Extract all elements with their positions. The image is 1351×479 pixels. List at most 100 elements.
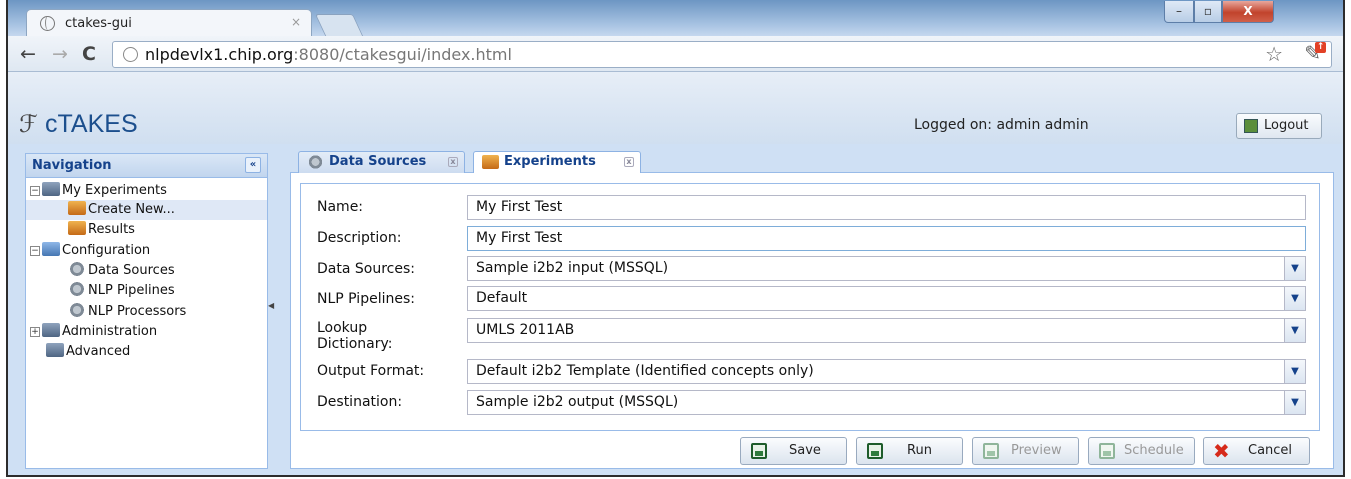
chevron-down-icon[interactable]: ▼ [1284, 257, 1305, 280]
tab-label: Data Sources [329, 154, 427, 169]
nav-item-create-new[interactable]: Create New... [26, 200, 267, 220]
address-bar[interactable]: nlpdevlx1.chip.org:8080/ctakesgui/index.… [112, 41, 1332, 68]
panel-splitter[interactable]: ◀ [268, 153, 276, 469]
title-bar: ctakes-gui × – ▫ X [8, 0, 1343, 37]
tab-label: Experiments [504, 154, 596, 169]
bookmark-star-icon[interactable]: ☆ [1265, 42, 1283, 67]
floppy-disk-icon [1099, 443, 1115, 459]
output-format-label: Output Format: [317, 363, 425, 379]
nav-item-label: Create New... [88, 202, 175, 217]
description-field[interactable]: My First Test [467, 226, 1306, 251]
red-x-icon: ✖ [1213, 439, 1230, 463]
nav-item-advanced[interactable]: Advanced [46, 342, 130, 362]
main-tab-strip: Data Sources x Experiments x [290, 147, 1334, 174]
save-label: Save [789, 443, 821, 458]
schedule-label: Schedule [1124, 443, 1184, 458]
nav-item-label: Results [88, 222, 135, 237]
url-host: nlpdevlx1.chip.org [145, 45, 294, 64]
select-value: UMLS 2011AB [476, 322, 575, 338]
people-icon [482, 155, 499, 169]
output-format-select[interactable]: Default i2b2 Template (Identified concep… [467, 359, 1306, 384]
page-icon [123, 47, 138, 62]
select-value: Default i2b2 Template (Identified concep… [476, 363, 814, 379]
nav-item-label: NLP Pipelines [88, 283, 175, 298]
preview-button[interactable]: Preview [972, 437, 1079, 465]
collapse-toggle-icon[interactable]: − [30, 246, 40, 256]
nlp-pipelines-select[interactable]: Default ▼ [467, 286, 1306, 311]
schedule-button[interactable]: Schedule [1088, 437, 1195, 465]
maximize-button[interactable]: ▫ [1194, 1, 1222, 23]
destination-select[interactable]: Sample i2b2 output (MSSQL) ▼ [467, 390, 1306, 415]
minimize-button[interactable]: – [1164, 1, 1194, 23]
gear-icon [68, 282, 86, 296]
nav-item-label: Administration [62, 324, 158, 339]
computer-folder-icon [42, 182, 60, 196]
reload-icon[interactable]: C [82, 42, 96, 66]
nlp-pipelines-label: NLP Pipelines: [317, 291, 415, 307]
nav-item-data-sources[interactable]: Data Sources [68, 261, 175, 281]
tab-close-icon[interactable]: x [624, 157, 634, 167]
nav-item-nlp-processors[interactable]: NLP Processors [68, 302, 186, 322]
close-window-button[interactable]: X [1222, 1, 1274, 23]
name-label: Name: [317, 199, 364, 215]
globe-icon [40, 16, 55, 31]
gear-icon [307, 155, 324, 169]
update-badge-icon: ↑ [1315, 42, 1326, 53]
computer-folder-icon [46, 343, 64, 357]
tab-data-sources[interactable]: Data Sources x [298, 151, 465, 173]
nav-item-nlp-pipelines[interactable]: NLP Pipelines [68, 281, 175, 301]
configuration-icon [42, 242, 60, 256]
nav-item-label: Data Sources [88, 263, 175, 278]
navigation-title: Navigation [32, 158, 112, 173]
run-label: Run [907, 443, 932, 458]
run-button[interactable]: Run [856, 437, 963, 465]
browser-toolbar: ← → C nlpdevlx1.chip.org:8080/ctakesgui/… [8, 36, 1343, 72]
cancel-button[interactable]: ✖ Cancel [1203, 437, 1310, 465]
lookup-dictionary-select[interactable]: UMLS 2011AB ▼ [467, 318, 1306, 343]
wrench-icon[interactable]: ✎ ↑ [1304, 41, 1326, 66]
collapse-toggle-icon[interactable]: − [30, 186, 40, 196]
save-button[interactable]: Save [740, 437, 847, 465]
expand-toggle-icon[interactable]: + [30, 327, 40, 337]
chevron-down-icon[interactable]: ▼ [1284, 319, 1305, 342]
floppy-disk-icon [867, 443, 883, 459]
collapse-icon[interactable]: « [245, 157, 261, 173]
nav-item-administration[interactable]: + Administration [30, 322, 157, 342]
gear-icon [68, 262, 86, 276]
tab-title: ctakes-gui [65, 16, 132, 31]
url-path: :8080/ctakesgui/index.html [293, 45, 512, 64]
nav-item-label: Configuration [62, 243, 151, 258]
url-text: nlpdevlx1.chip.org:8080/ctakesgui/index.… [145, 42, 512, 67]
splitter-arrow-icon: ◀ [268, 301, 275, 310]
app-logo: cTAKES [45, 110, 138, 138]
nav-item-my-experiments[interactable]: − My Experiments [30, 181, 167, 201]
tab-close-icon[interactable]: x [448, 157, 458, 167]
navigation-header: Navigation « [26, 154, 267, 178]
chevron-down-icon[interactable]: ▼ [1284, 391, 1305, 414]
gear-icon [68, 303, 86, 317]
preview-label: Preview [1011, 443, 1062, 458]
chevron-down-icon[interactable]: ▼ [1284, 360, 1305, 383]
people-icon [68, 221, 86, 235]
new-tab-button[interactable] [314, 14, 364, 36]
nav-item-results[interactable]: Results [68, 220, 135, 240]
people-icon [68, 201, 86, 215]
back-arrow-icon[interactable]: ← [20, 42, 36, 66]
name-field[interactable]: My First Test [467, 195, 1306, 220]
select-value: Sample i2b2 input (MSSQL) [476, 260, 669, 276]
nav-item-configuration[interactable]: − Configuration [30, 241, 150, 261]
floppy-disk-icon [983, 443, 999, 459]
data-sources-label: Data Sources: [317, 261, 415, 277]
cancel-label: Cancel [1248, 443, 1293, 458]
data-sources-select[interactable]: Sample i2b2 input (MSSQL) ▼ [467, 256, 1306, 281]
logout-icon [1244, 119, 1258, 133]
computer-folder-icon [42, 323, 60, 337]
logo-icon: ℱ [19, 110, 38, 138]
app-header [8, 72, 1343, 144]
forward-arrow-icon[interactable]: → [52, 42, 68, 66]
browser-tab[interactable]: ctakes-gui × [26, 9, 312, 37]
logout-button[interactable]: Logout [1236, 113, 1322, 139]
tab-experiments[interactable]: Experiments x [473, 151, 641, 174]
chevron-down-icon[interactable]: ▼ [1284, 287, 1305, 310]
tab-close-icon[interactable]: × [291, 15, 301, 29]
